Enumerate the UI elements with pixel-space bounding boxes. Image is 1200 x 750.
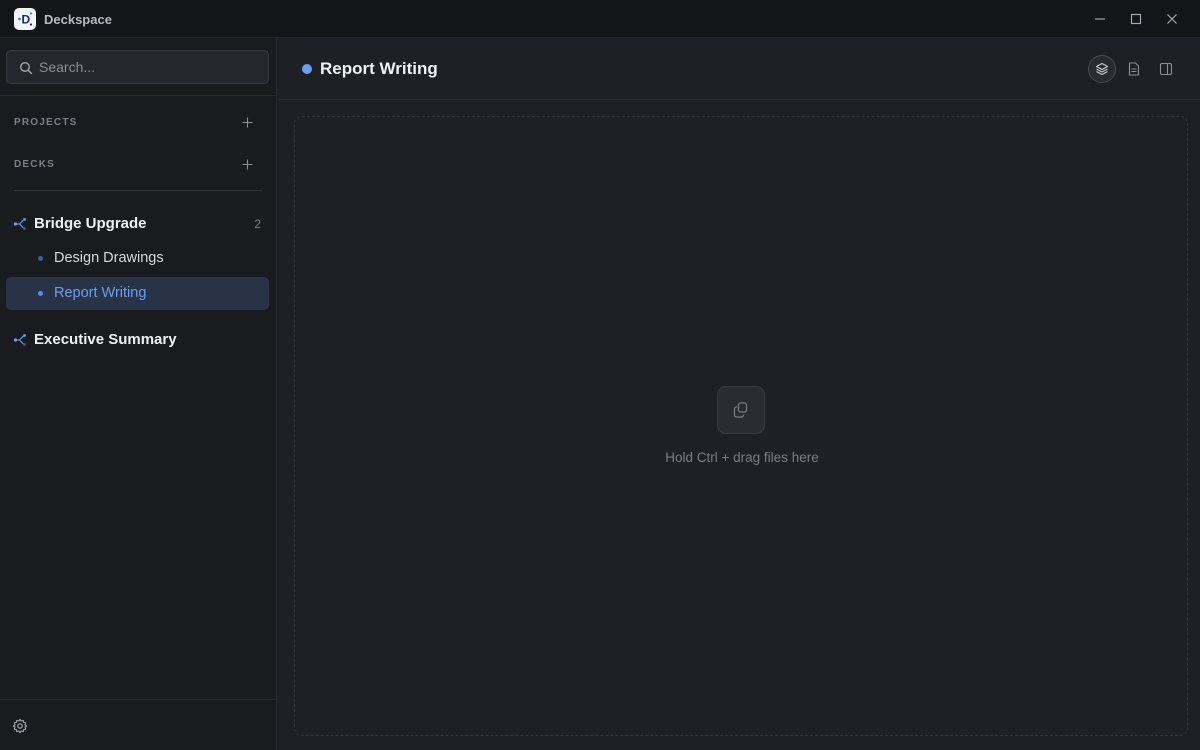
app-logo: D [14,8,36,30]
document-icon [1128,62,1140,76]
section-label-projects: PROJECTS [14,117,78,128]
search-box[interactable] [6,50,269,84]
plus-icon [242,159,252,169]
main-panel: Report Writing Hold Ctrl + drag files he… [278,38,1200,750]
add-deck-button[interactable] [238,155,256,173]
gear-icon [12,718,28,734]
main-header: Report Writing [278,38,1200,100]
app-title: Deckspace [44,12,112,27]
dropzone-hint: Hold Ctrl + drag files here [665,450,819,465]
project-label: Executive Summary [34,331,177,348]
project-executive-summary[interactable]: Executive Summary [6,325,269,355]
deck-dot-icon [38,256,43,261]
toggle-panel-button[interactable] [1152,55,1180,83]
search-input[interactable] [39,51,259,83]
minimize-icon[interactable] [1089,8,1111,30]
app-window: D Deckspace PROJECTS D [0,0,1200,750]
file-dropzone[interactable]: Hold Ctrl + drag files here [294,116,1188,736]
divider [0,95,277,96]
plus-icon [242,117,252,127]
document-view-button[interactable] [1120,55,1148,83]
divider [14,190,262,191]
project-bridge-upgrade[interactable]: Bridge Upgrade 2 [6,209,269,239]
deck-status-dot [302,64,312,74]
project-branch-icon [13,218,26,230]
deck-dot-icon [38,291,43,296]
project-deck-count: 2 [254,217,261,231]
add-project-button[interactable] [238,113,256,131]
close-icon[interactable] [1161,8,1183,30]
layers-view-button[interactable] [1088,55,1116,83]
title-bar: D Deckspace [0,0,1200,38]
drop-files-icon [717,386,765,434]
sidebar: PROJECTS DECKS Bridge Upgrade 2 Design D… [0,38,277,750]
page-title: Report Writing [320,59,438,78]
project-branch-icon [13,334,26,346]
panel-icon [1159,62,1173,76]
layers-icon [1095,62,1109,76]
deck-label: Report Writing [54,285,147,301]
deck-item-design-drawings[interactable]: Design Drawings [6,242,269,275]
deck-item-report-writing[interactable]: Report Writing [6,277,269,310]
deck-label: Design Drawings [54,250,164,266]
section-label-decks: DECKS [14,159,56,170]
settings-button[interactable] [11,717,29,735]
divider [0,699,277,700]
maximize-icon[interactable] [1125,8,1147,30]
svg-text:D: D [22,13,31,27]
search-icon [19,61,33,75]
project-label: Bridge Upgrade [34,215,147,232]
